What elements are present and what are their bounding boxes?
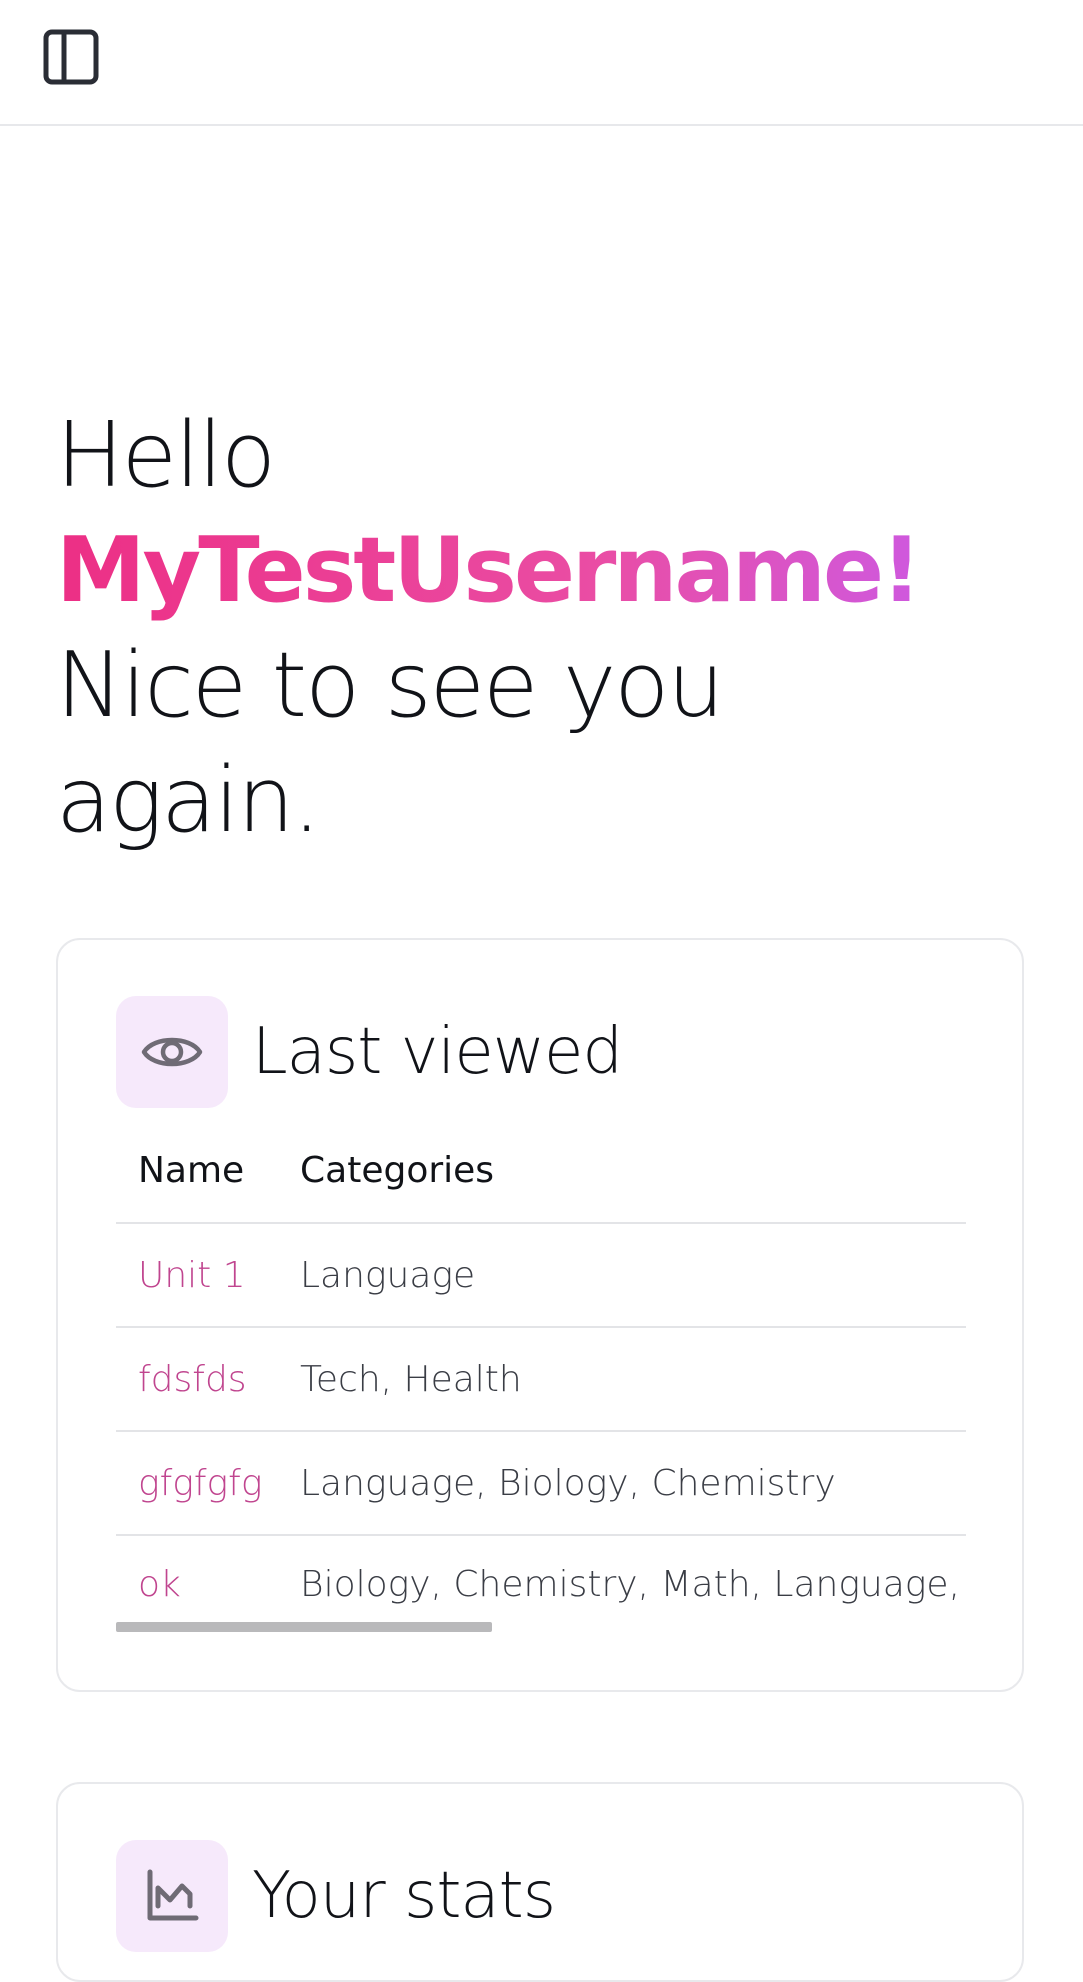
last-viewed-table: Name Categories Unit 1 Language fdsfds T… [116, 1118, 966, 1632]
greeting-username: MyTestUsername! [56, 513, 1036, 628]
row-categories: Biology, Chemistry, Math, Language, IT [300, 1563, 966, 1605]
row-categories: Language [300, 1223, 966, 1328]
table-row: gfgfgfg Language, Biology, Chemistry [116, 1431, 966, 1536]
last-viewed-header: Last viewed [116, 996, 623, 1108]
greeting-heading: Hello MyTestUsername! Nice to see you ag… [56, 398, 1036, 858]
column-header-categories: Categories [300, 1118, 966, 1224]
row-name-link[interactable]: ok [116, 1535, 300, 1632]
your-stats-header: Your stats [116, 1840, 556, 1952]
chart-icon [147, 1869, 199, 1921]
last-viewed-title: Last viewed [252, 1015, 623, 1089]
greeting-hello: Hello [56, 403, 276, 508]
your-stats-card: Your stats [56, 1782, 1024, 1982]
last-viewed-table-container[interactable]: Name Categories Unit 1 Language fdsfds T… [116, 1118, 966, 1632]
last-viewed-icon-badge [116, 996, 228, 1108]
sidebar-toggle-button[interactable] [38, 24, 104, 90]
last-viewed-card: Last viewed Name Categories Unit 1 Langu… [56, 938, 1024, 1692]
your-stats-icon-badge [116, 1840, 228, 1952]
table-header-row: Name Categories [116, 1118, 966, 1224]
eye-icon [141, 1037, 203, 1067]
table-row: fdsfds Tech, Health [116, 1327, 966, 1432]
table-row: ok Biology, Chemistry, Math, Language, I… [116, 1535, 966, 1632]
sidebar-panel-icon [43, 29, 99, 85]
table-row: Unit 1 Language [116, 1223, 966, 1328]
top-bar [0, 0, 1083, 126]
your-stats-title: Your stats [252, 1859, 556, 1933]
row-categories: Tech, Health [300, 1327, 966, 1432]
row-name-link[interactable]: gfgfgfg [116, 1431, 300, 1536]
table-horizontal-scrollbar[interactable] [116, 1622, 492, 1632]
row-categories: Language, Biology, Chemistry [300, 1431, 966, 1536]
row-name-link[interactable]: Unit 1 [116, 1223, 300, 1328]
greeting-line-4: again. [56, 748, 321, 853]
column-header-name: Name [116, 1118, 300, 1224]
row-name-link[interactable]: fdsfds [116, 1327, 300, 1432]
greeting-line-3: Nice to see you [56, 633, 724, 738]
